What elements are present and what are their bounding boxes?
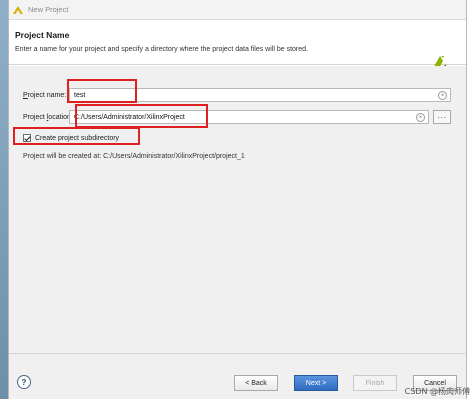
back-button[interactable]: < Back xyxy=(234,375,278,391)
page-description: Enter a name for your project and specif… xyxy=(15,46,308,53)
wizard-body: Project name: test × Project location: C… xyxy=(9,66,466,353)
project-name-value: test xyxy=(74,91,86,99)
create-subdirectory-row[interactable]: Create project subdirectory xyxy=(23,134,119,142)
create-subdirectory-checkbox[interactable] xyxy=(23,134,31,142)
window-title: New Project xyxy=(28,5,69,14)
clear-icon[interactable]: × xyxy=(416,113,425,122)
vivado-app-icon xyxy=(13,5,23,14)
page-title: Project Name xyxy=(15,30,70,40)
project-location-value: C:/Users/Administrator/XilinxProject xyxy=(74,113,185,121)
project-name-input[interactable]: test × xyxy=(69,88,451,102)
project-location-label: Project location: xyxy=(23,113,73,121)
project-name-label: Project name: xyxy=(23,91,67,99)
watermark: CSDN @杨肉师傅 xyxy=(404,387,470,396)
wizard-header: Project Name Enter a name for your proje… xyxy=(9,20,466,70)
browse-button[interactable]: ··· xyxy=(433,110,451,124)
new-project-dialog: New Project Project Name Enter a name fo… xyxy=(8,0,467,399)
wizard-footer: ? < Back Next > Finish Cancel xyxy=(9,353,466,399)
finish-button: Finish xyxy=(353,375,397,391)
next-button[interactable]: Next > xyxy=(294,375,338,391)
project-name-row: Project name: test × xyxy=(23,88,451,102)
title-bar: New Project xyxy=(9,0,466,20)
create-subdirectory-label: Create project subdirectory xyxy=(35,134,120,142)
project-path-note: Project will be created at: C:/Users/Adm… xyxy=(23,153,245,160)
desktop-background xyxy=(0,0,8,399)
project-location-input[interactable]: C:/Users/Administrator/XilinxProject × xyxy=(69,110,429,124)
clear-icon[interactable]: × xyxy=(438,91,447,100)
project-location-row: Project location: C:/Users/Administrator… xyxy=(23,110,451,124)
help-icon[interactable]: ? xyxy=(17,375,31,389)
